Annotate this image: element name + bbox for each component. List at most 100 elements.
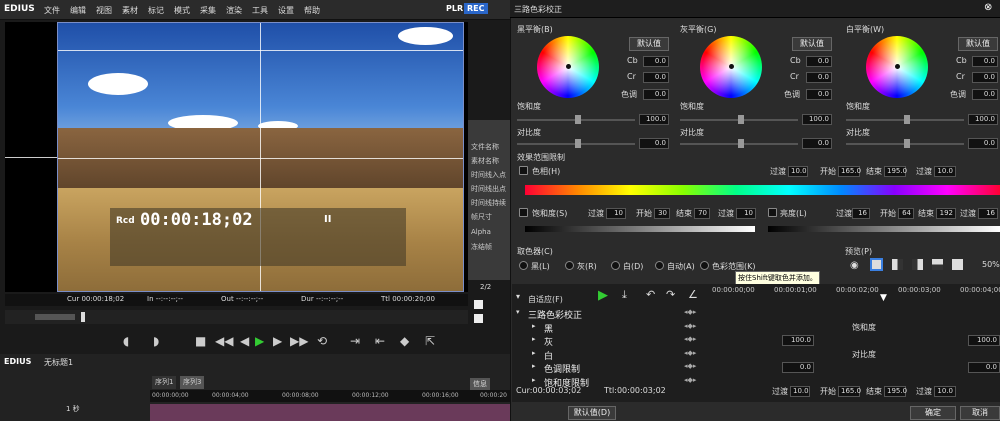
picker-radio[interactable] [700, 261, 709, 270]
hue-range-bar[interactable] [525, 185, 1000, 195]
menu-item[interactable]: 素材 [122, 5, 138, 16]
hue-input[interactable]: 0.0 [806, 89, 832, 100]
undo-icon[interactable]: ↶ [646, 288, 655, 301]
con-input[interactable]: 0.0 [639, 138, 669, 149]
tab-info[interactable]: 信息 [470, 378, 490, 390]
cb-input[interactable]: 0.0 [643, 56, 669, 67]
preview-split4-icon[interactable] [952, 259, 963, 270]
play-icon[interactable]: ▶ [255, 334, 264, 348]
menu-item[interactable]: 编辑 [70, 5, 86, 16]
preview-split3-icon[interactable] [932, 259, 943, 270]
timeline-ruler[interactable]: 00:00:00;00 00:00:04;00 00:00:08;00 00:0… [150, 390, 510, 402]
preview-split-icon[interactable] [892, 259, 903, 270]
hue-trans2-input[interactable]: 10.0 [934, 166, 956, 177]
hue-checkbox[interactable] [519, 166, 528, 175]
fit-dropdown[interactable]: 自适应(F) [528, 294, 563, 305]
menu-item[interactable]: 文件 [44, 5, 60, 16]
eye-icon[interactable]: ◉ [850, 260, 859, 271]
hue-trans-input[interactable]: 10.0 [788, 166, 808, 177]
step-back-icon[interactable]: ◀ [240, 334, 249, 348]
wheel-point[interactable] [566, 64, 571, 69]
rec-button[interactable]: REC [464, 3, 488, 14]
sat-slider-knob[interactable] [738, 115, 744, 124]
checkbox-2[interactable] [474, 314, 483, 323]
sat-slider-knob[interactable] [904, 115, 910, 124]
hue-start-input[interactable]: 165.0 [838, 166, 861, 177]
kf-tree-item[interactable]: 黑 [544, 322, 553, 335]
picker-option[interactable]: 灰(R) [577, 261, 597, 272]
set-in-icon[interactable]: ◖ [123, 334, 129, 348]
cancel-button[interactable]: 取消 [960, 406, 1000, 420]
zoom-value[interactable]: 50% [982, 260, 1000, 269]
wheel-default-button[interactable]: 默认值 [792, 37, 832, 51]
scrub-bar[interactable] [5, 310, 468, 324]
set-out-icon[interactable]: ◗ [153, 334, 159, 348]
insert-icon[interactable]: ⇥ [350, 334, 360, 348]
checkbox-1[interactable] [474, 300, 483, 309]
ok-button[interactable]: 确定 [910, 406, 956, 420]
lum-end-input[interactable]: 192 [936, 208, 956, 219]
menu-item[interactable]: 帮助 [304, 5, 320, 16]
menu-item[interactable]: 标记 [148, 5, 164, 16]
export-icon[interactable]: ⇱ [425, 334, 435, 348]
menu-item[interactable]: 视图 [96, 5, 112, 16]
cr-input[interactable]: 0.0 [643, 72, 669, 83]
rewind-icon[interactable]: ◀◀ [215, 334, 233, 348]
cb-input[interactable]: 0.0 [806, 56, 832, 67]
cr-input[interactable]: 0.0 [806, 72, 832, 83]
picker-option[interactable]: 白(D) [623, 261, 643, 272]
kf-play-icon[interactable]: ▶ [598, 288, 608, 303]
loop-icon[interactable]: ⟲ [317, 334, 327, 348]
con-input[interactable]: 0.0 [968, 138, 998, 149]
kf-con-input[interactable]: 0.0 [782, 362, 814, 373]
picker-radio[interactable] [655, 261, 664, 270]
picker-radio[interactable] [519, 261, 528, 270]
picker-option[interactable]: 自动(A) [667, 261, 695, 272]
picker-radio[interactable] [611, 261, 620, 270]
sat-checkbox[interactable] [519, 208, 528, 217]
hue-input[interactable]: 0.0 [643, 89, 669, 100]
timeline-scale[interactable]: 1 秒 [66, 404, 80, 414]
sat-trans-input[interactable]: 10 [606, 208, 626, 219]
scrub-handle[interactable] [81, 312, 85, 322]
overwrite-icon[interactable]: ⇤ [375, 334, 385, 348]
lum-checkbox[interactable] [768, 208, 777, 217]
kf-tree-item[interactable]: 三路色彩校正 [528, 308, 582, 321]
kf-sat2-input[interactable]: 100.0 [968, 335, 1000, 346]
sat-input[interactable]: 100.0 [639, 114, 669, 125]
kf-con2-input[interactable]: 0.0 [968, 362, 1000, 373]
wheel-point[interactable] [895, 64, 900, 69]
tab-sequence-3[interactable]: 序列3 [180, 376, 205, 389]
kf-tree-item[interactable]: 色调限制 [544, 362, 580, 375]
sat-range-bar[interactable] [525, 226, 755, 232]
sat-input[interactable]: 100.0 [968, 114, 998, 125]
fast-forward-icon[interactable]: ▶▶ [290, 334, 308, 348]
lum-trans-input[interactable]: 16 [852, 208, 870, 219]
default-button[interactable]: 默认值(D) [568, 406, 616, 420]
preview-full-icon[interactable] [870, 258, 883, 271]
kf-sat-input[interactable]: 100.0 [782, 335, 814, 346]
con-slider-knob[interactable] [575, 139, 581, 148]
stop-icon[interactable]: ■ [195, 334, 206, 348]
kf-loop-icon[interactable]: ⤓ [622, 288, 627, 302]
menu-item[interactable]: 模式 [174, 5, 190, 16]
close-icon[interactable]: ⊗ [984, 2, 992, 13]
lum-trans2-input[interactable]: 16 [978, 208, 998, 219]
sat-trans2-input[interactable]: 10 [736, 208, 756, 219]
lum-range-bar[interactable] [768, 226, 1000, 232]
menu-item[interactable]: 设置 [278, 5, 294, 16]
preview-split2-icon[interactable] [912, 259, 923, 270]
sat-input[interactable]: 100.0 [802, 114, 832, 125]
step-forward-icon[interactable]: ▶ [273, 334, 282, 348]
sat-slider-knob[interactable] [575, 115, 581, 124]
wheel-point[interactable] [729, 64, 734, 69]
con-input[interactable]: 0.0 [802, 138, 832, 149]
marker-icon[interactable]: ◆ [400, 334, 409, 348]
graph-icon[interactable]: ∠ [688, 288, 698, 301]
hue-end-input[interactable]: 195.0 [884, 166, 907, 177]
sat-end-input[interactable]: 70 [694, 208, 710, 219]
video-track[interactable] [150, 404, 510, 421]
kf-tree-item[interactable]: 灰 [544, 335, 553, 348]
menu-item[interactable]: 工具 [252, 5, 268, 16]
picker-option[interactable]: 黑(L) [531, 261, 550, 272]
